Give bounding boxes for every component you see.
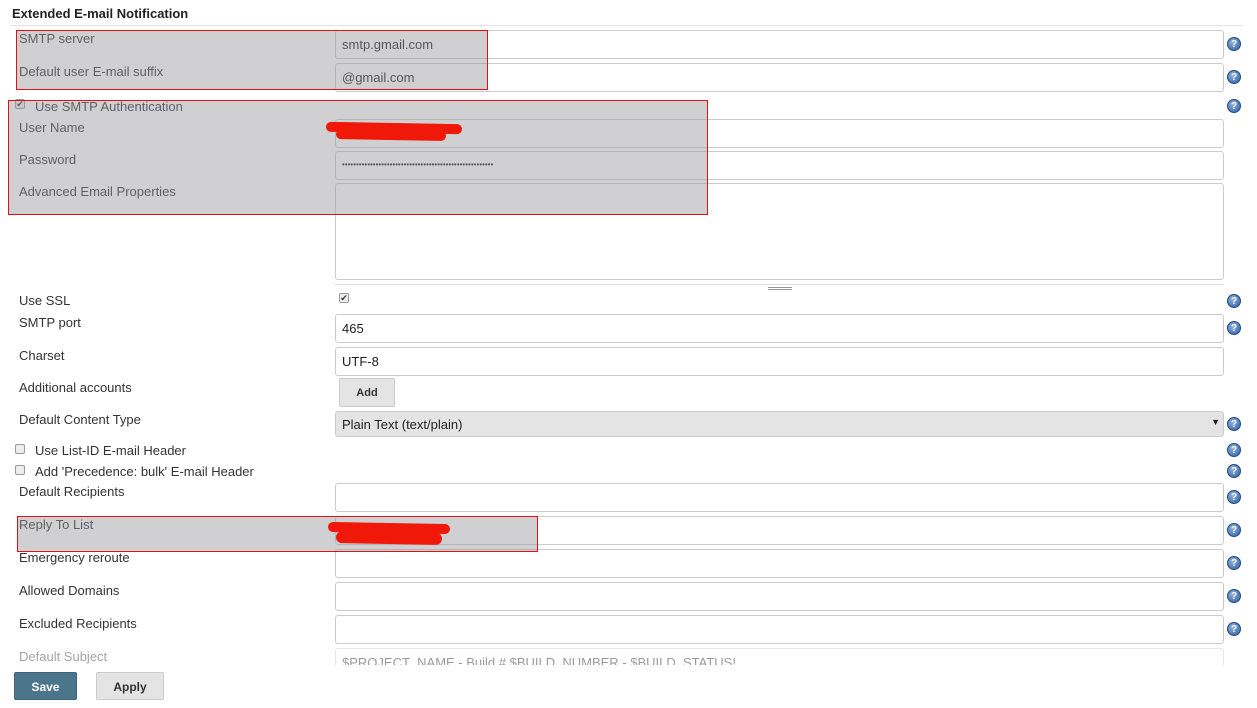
help-icon[interactable]: ? [1227,37,1241,51]
resize-handle[interactable] [335,284,1224,290]
help-icon[interactable]: ? [1227,490,1241,504]
smtp-port-label: SMTP port [19,315,81,330]
list-id-label: Use List-ID E-mail Header [35,443,186,458]
help-icon[interactable]: ? [1227,556,1241,570]
smtp-port-input[interactable]: 465 [335,314,1224,343]
excluded-recipients-input[interactable] [335,615,1224,644]
additional-accounts-label: Additional accounts [19,380,132,395]
default-recipients-input[interactable] [335,483,1224,512]
content-type-label: Default Content Type [19,412,141,427]
use-ssl-label: Use SSL [19,293,71,308]
content-type-value: Plain Text (text/plain) [342,417,463,432]
content-type-select[interactable]: Plain Text (text/plain) ▼ [335,411,1224,437]
add-account-button[interactable]: Add [339,378,395,407]
redaction-mark [335,129,447,141]
help-icon[interactable]: ? [1227,523,1241,537]
default-subject-input[interactable]: $PROJECT_NAME - Build # $BUILD_NUMBER - … [335,648,1224,665]
list-id-checkbox[interactable] [15,444,25,454]
divider [10,25,1242,26]
help-icon[interactable]: ? [1227,417,1241,431]
allowed-domains-input[interactable] [335,582,1224,611]
help-icon[interactable]: ? [1227,70,1241,84]
charset-label: Charset [19,348,65,363]
precedence-label: Add 'Precedence: bulk' E-mail Header [35,464,254,479]
help-icon[interactable]: ? [1227,321,1241,335]
emergency-reroute-input[interactable] [335,549,1224,578]
help-icon[interactable]: ? [1227,622,1241,636]
help-icon[interactable]: ? [1227,294,1241,308]
default-subject-label: Default Subject [19,649,108,664]
dropdown-arrow-icon: ▼ [1211,417,1220,427]
emergency-reroute-label: Emergency reroute [19,550,130,565]
redaction-mark [335,531,443,545]
precedence-checkbox[interactable] [15,465,25,475]
allowed-domains-label: Allowed Domains [19,583,120,598]
help-icon[interactable]: ? [1227,99,1241,113]
help-icon[interactable]: ? [1227,589,1241,603]
excluded-recipients-label: Excluded Recipients [19,616,137,631]
default-recipients-label: Default Recipients [19,484,125,499]
use-ssl-checkbox[interactable]: ✔ [339,293,349,303]
section-title: Extended E-mail Notification [12,6,189,21]
annotation-highlight [16,30,488,90]
apply-button[interactable]: Apply [96,672,164,700]
charset-input[interactable]: UTF-8 [335,347,1224,376]
annotation-highlight [17,516,538,552]
save-button[interactable]: Save [14,672,77,700]
help-icon[interactable]: ? [1227,443,1241,457]
help-icon[interactable]: ? [1227,464,1241,478]
default-subject-row: Default Subject $PROJECT_NAME - Build # … [0,645,1257,665]
annotation-highlight [8,100,708,215]
